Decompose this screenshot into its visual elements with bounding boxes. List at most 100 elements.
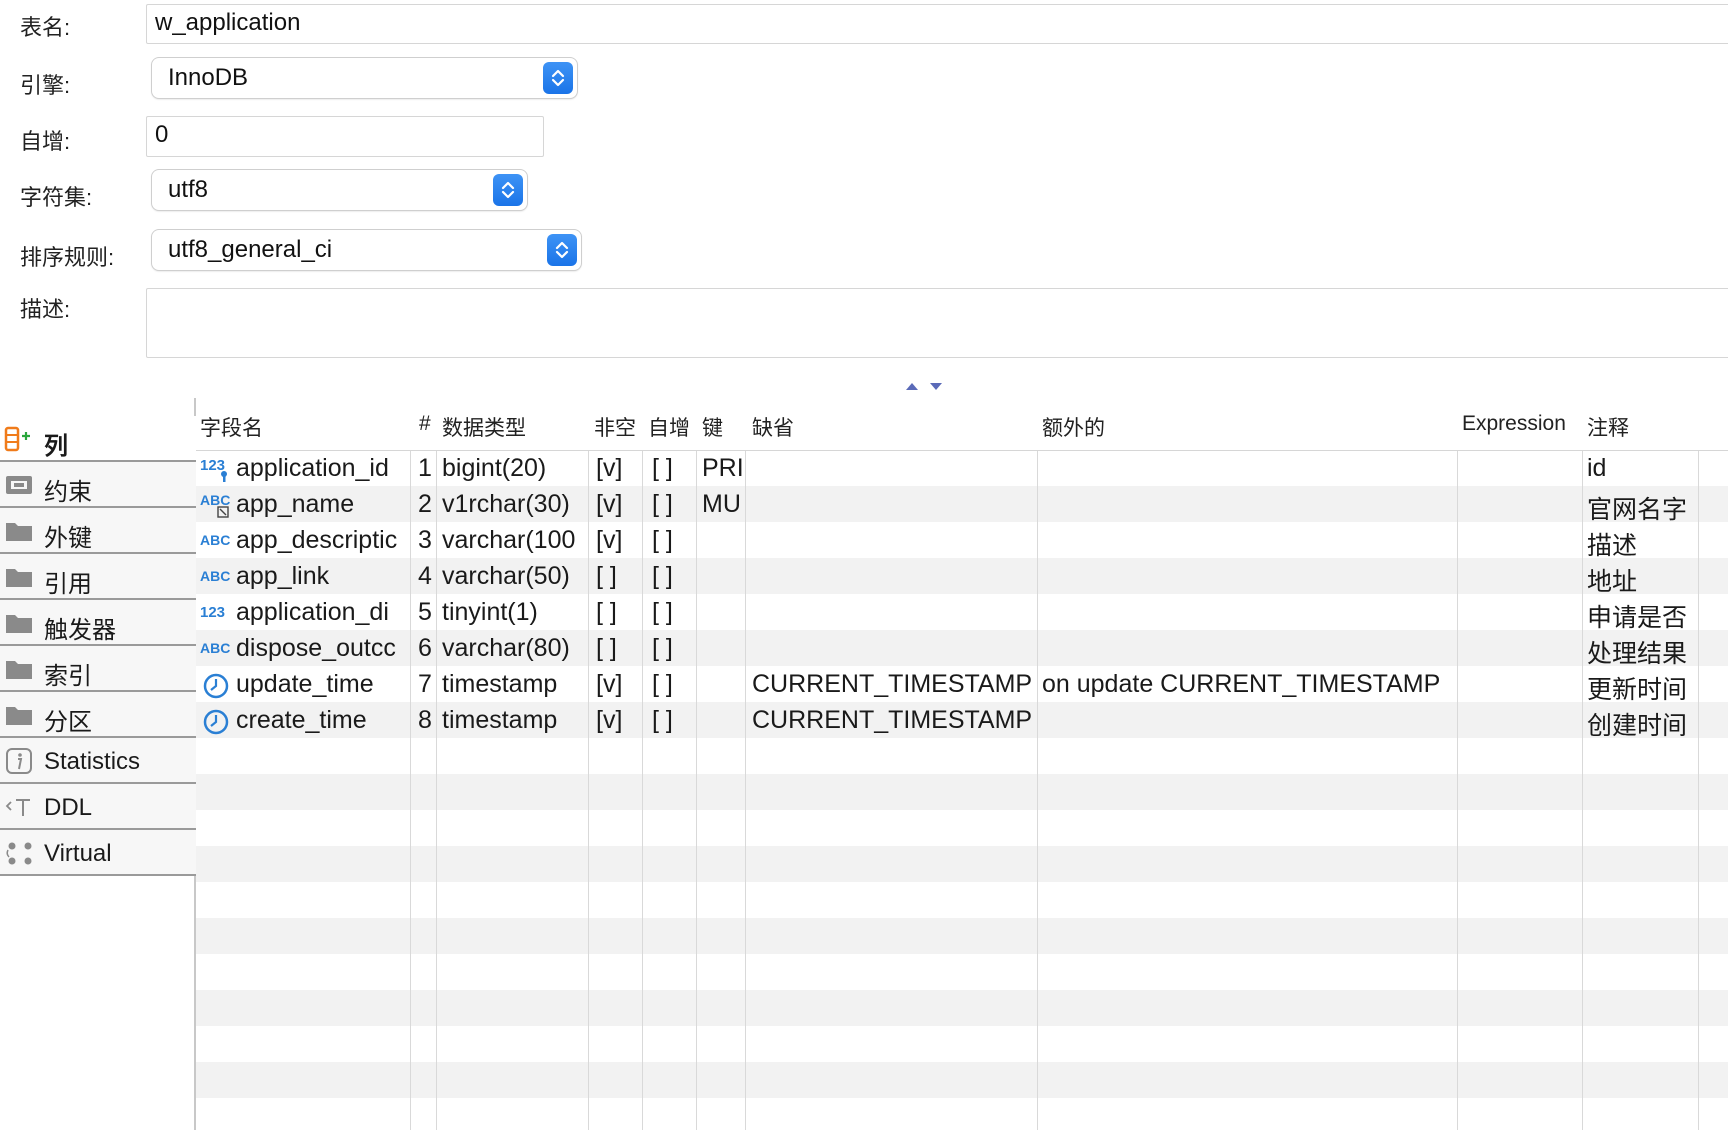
cell-not-null[interactable]: [ ] <box>596 634 640 663</box>
table-row[interactable]: 123 application_di 5 tinyint(1) [ ] [ ] 申请是否 <box>196 594 1728 632</box>
cell-position: 3 <box>418 526 432 554</box>
charset-select[interactable]: utf8 <box>152 170 527 210</box>
table-row[interactable]: 123 application_id 1 bigint(20) [v] [ ] PRI id <box>196 450 1728 486</box>
tab-partitions[interactable]: 分区 <box>0 692 196 738</box>
cell-not-null[interactable]: [ ] <box>596 598 640 627</box>
tab-references[interactable]: 引用 <box>0 554 196 600</box>
table-row[interactable]: ABC app_descriptic 3 varchar(100 [v] [ ] 描述 <box>196 522 1728 560</box>
row-stripe <box>196 918 1728 954</box>
cell-comment: 地址 <box>1587 568 1638 596</box>
header-position[interactable]: # <box>419 412 431 436</box>
clock-icon <box>200 708 234 735</box>
cell-field-name: create_time <box>236 706 367 734</box>
header-data-type[interactable]: 数据类型 <box>442 412 526 442</box>
cell-comment: 描述 <box>1587 532 1638 560</box>
svg-text:123: 123 <box>200 604 225 621</box>
cell-not-null[interactable]: [v] <box>596 454 640 483</box>
collation-select[interactable]: utf8_general_ci <box>152 230 581 270</box>
header-extra[interactable]: 额外的 <box>1042 412 1105 442</box>
cell-not-null[interactable]: [ ] <box>596 562 640 591</box>
tab-ddl[interactable]: DDL <box>0 784 196 830</box>
ddl-icon <box>4 794 34 820</box>
cell-auto-increment[interactable]: [ ] <box>652 562 694 591</box>
cell-auto-increment[interactable]: [ ] <box>652 670 694 699</box>
tab-columns[interactable]: 列 <box>0 416 196 462</box>
header-not-null[interactable]: 非空 <box>594 412 636 442</box>
row-stripe <box>196 846 1728 882</box>
cell-auto-increment[interactable]: [ ] <box>652 598 694 627</box>
tab-strip: 列 约束 外键 引用 触发器 索引 分区 Statistics DDL Virt… <box>0 416 196 876</box>
cell-data-type: bigint(20) <box>442 454 547 482</box>
table-name-input[interactable]: w_application <box>146 4 1728 44</box>
charset-label: 字符集: <box>20 185 93 210</box>
svg-text:ABC: ABC <box>200 640 230 656</box>
tab-virtual[interactable]: Virtual <box>0 830 196 876</box>
cell-auto-increment[interactable]: [ ] <box>652 526 694 555</box>
cell-not-null[interactable]: [v] <box>596 490 640 519</box>
header-field-name[interactable]: 字段名 <box>200 412 263 442</box>
splitter-handle[interactable] <box>900 378 948 397</box>
cell-comment: 申请是否 <box>1587 604 1688 632</box>
cell-not-null[interactable]: [v] <box>596 706 640 735</box>
header-key[interactable]: 键 <box>702 412 723 442</box>
cell-auto-increment[interactable]: [ ] <box>652 490 694 519</box>
folder-icon <box>4 610 34 636</box>
folder-icon <box>4 656 34 682</box>
svg-text:ABC: ABC <box>200 568 230 584</box>
description-textarea[interactable] <box>146 288 1728 358</box>
cell-comment: id <box>1587 454 1607 482</box>
svg-text:ABC: ABC <box>200 532 230 548</box>
cell-not-null[interactable]: [v] <box>596 526 640 555</box>
tab-constraints[interactable]: 约束 <box>0 462 196 508</box>
table-row[interactable]: create_time 8 timestamp [v] [ ] CURRENT_TIMES… <box>196 702 1728 740</box>
engine-select[interactable]: InnoDB <box>152 58 577 98</box>
tab-partitions-label: 分区 <box>44 709 92 736</box>
cell-default: CURRENT_TIMESTAMP <box>752 706 1033 734</box>
info-icon <box>4 748 34 774</box>
table-row[interactable]: ABC dispose_outcc 6 varchar(80) [ ] [ ] 处理结果 <box>196 630 1728 668</box>
header-auto-increment[interactable]: 自增 <box>648 412 690 442</box>
cell-key: MU <box>702 490 741 518</box>
select-arrows-icon <box>493 174 523 206</box>
cell-field-name: app_descriptic <box>236 526 398 554</box>
header-expression[interactable]: Expression <box>1462 412 1566 436</box>
row-stripe <box>196 990 1728 1026</box>
tab-triggers-label: 触发器 <box>44 617 116 644</box>
cell-data-type: varchar(100 <box>442 526 576 554</box>
table-row[interactable]: ABC app_name 2 v1rchar(30) [v] [ ] MU 官网名字 <box>196 486 1728 524</box>
constraint-icon <box>4 472 34 498</box>
table-row[interactable]: update_time 7 timestamp [v] [ ] CURRENT_TIMES… <box>196 666 1728 704</box>
svg-text:123: 123 <box>200 457 225 474</box>
tab-triggers[interactable]: 触发器 <box>0 600 196 646</box>
cell-position: 1 <box>418 454 432 482</box>
cell-auto-increment[interactable]: [ ] <box>652 454 694 483</box>
text-icon: ABC <box>200 528 234 554</box>
folder-icon <box>4 518 34 544</box>
virtual-icon <box>4 840 34 866</box>
tab-virtual-label: Virtual <box>44 840 112 867</box>
cell-field-name: application_di <box>236 598 389 626</box>
cell-default: CURRENT_TIMESTAMP <box>752 670 1033 698</box>
cell-not-null[interactable]: [v] <box>596 670 640 699</box>
tab-constraints-label: 约束 <box>44 479 92 506</box>
table-name-label: 表名: <box>20 15 71 40</box>
folder-icon <box>4 564 34 590</box>
cell-comment: 官网名字 <box>1587 496 1688 524</box>
tab-foreign-keys[interactable]: 外键 <box>0 508 196 554</box>
collation-label: 排序规则: <box>20 245 115 270</box>
cell-position: 4 <box>418 562 432 590</box>
auto-increment-input[interactable]: 0 <box>146 116 544 157</box>
header-default[interactable]: 缺省 <box>752 412 794 442</box>
cell-field-name: app_link <box>236 562 330 590</box>
cell-auto-increment[interactable]: [ ] <box>652 634 694 663</box>
tab-indexes[interactable]: 索引 <box>0 646 196 692</box>
header-comment[interactable]: 注释 <box>1587 412 1629 442</box>
cell-auto-increment[interactable]: [ ] <box>652 706 694 735</box>
engine-label: 引擎: <box>20 73 71 98</box>
tab-statistics[interactable]: Statistics <box>0 738 196 784</box>
cell-data-type: timestamp <box>442 706 558 734</box>
cell-field-name: dispose_outcc <box>236 634 396 662</box>
table-row[interactable]: ABC app_link 4 varchar(50) [ ] [ ] 地址 <box>196 558 1728 596</box>
folder-icon <box>4 702 34 728</box>
cell-comment: 处理结果 <box>1587 640 1688 668</box>
